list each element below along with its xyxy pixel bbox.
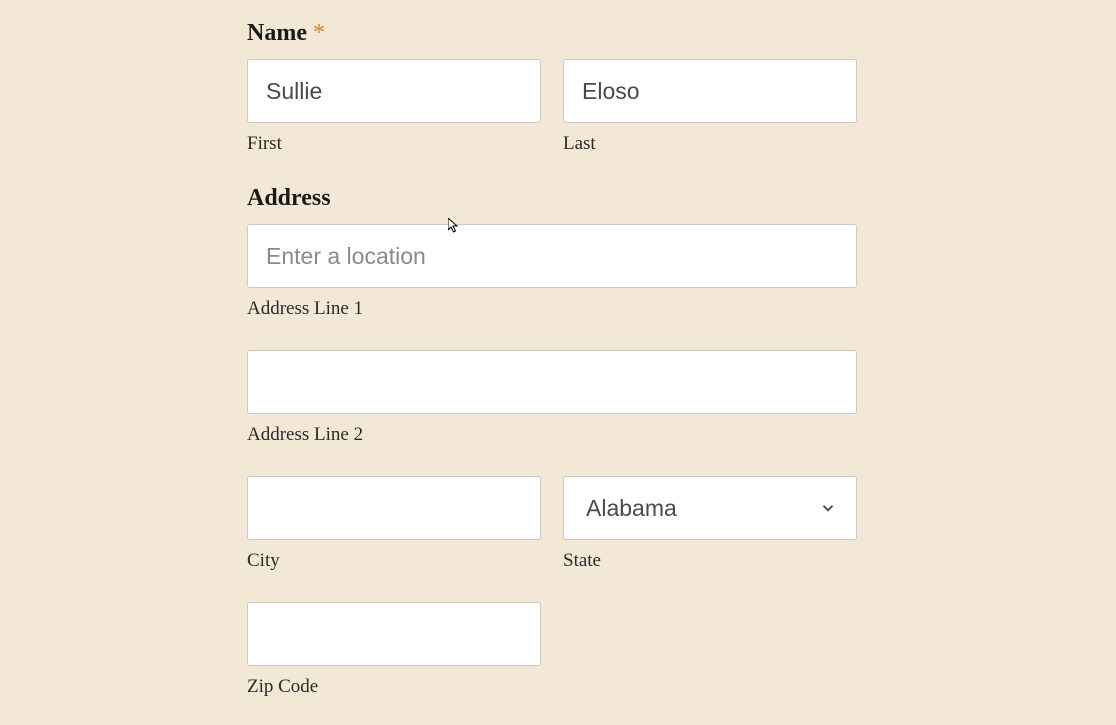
first-name-sublabel: First <box>247 133 541 155</box>
city-field: City <box>247 476 541 572</box>
state-sublabel: State <box>563 550 857 572</box>
first-name-field: First <box>247 59 541 155</box>
first-name-input[interactable] <box>247 59 541 123</box>
address-line2-input[interactable] <box>247 350 857 414</box>
city-sublabel: City <box>247 550 541 572</box>
address-line1-sublabel: Address Line 1 <box>247 298 857 320</box>
name-label-text: Name <box>247 20 307 46</box>
address-line2-sublabel: Address Line 2 <box>247 424 857 446</box>
zip-sublabel: Zip Code <box>247 676 541 698</box>
city-state-row: City Alabama State <box>247 476 857 572</box>
zip-field: Zip Code <box>247 602 541 698</box>
zip-spacer <box>563 602 857 698</box>
address-group-label: Address <box>247 185 857 212</box>
city-input[interactable] <box>247 476 541 540</box>
zip-input[interactable] <box>247 602 541 666</box>
form-container: Name * First Last Address Address Line 1… <box>247 20 857 698</box>
last-name-sublabel: Last <box>563 133 857 155</box>
state-select[interactable]: Alabama <box>563 476 857 540</box>
last-name-field: Last <box>563 59 857 155</box>
state-field: Alabama State <box>563 476 857 572</box>
zip-row: Zip Code <box>247 602 857 698</box>
last-name-input[interactable] <box>563 59 857 123</box>
state-select-wrapper: Alabama <box>563 476 857 540</box>
name-row: First Last <box>247 59 857 155</box>
required-asterisk: * <box>313 20 325 46</box>
name-group-label: Name * <box>247 20 857 47</box>
address-line2-field: Address Line 2 <box>247 350 857 446</box>
address-section: Address Address Line 1 Address Line 2 Ci… <box>247 185 857 698</box>
address-line1-field: Address Line 1 <box>247 224 857 320</box>
address-line1-input[interactable] <box>247 224 857 288</box>
